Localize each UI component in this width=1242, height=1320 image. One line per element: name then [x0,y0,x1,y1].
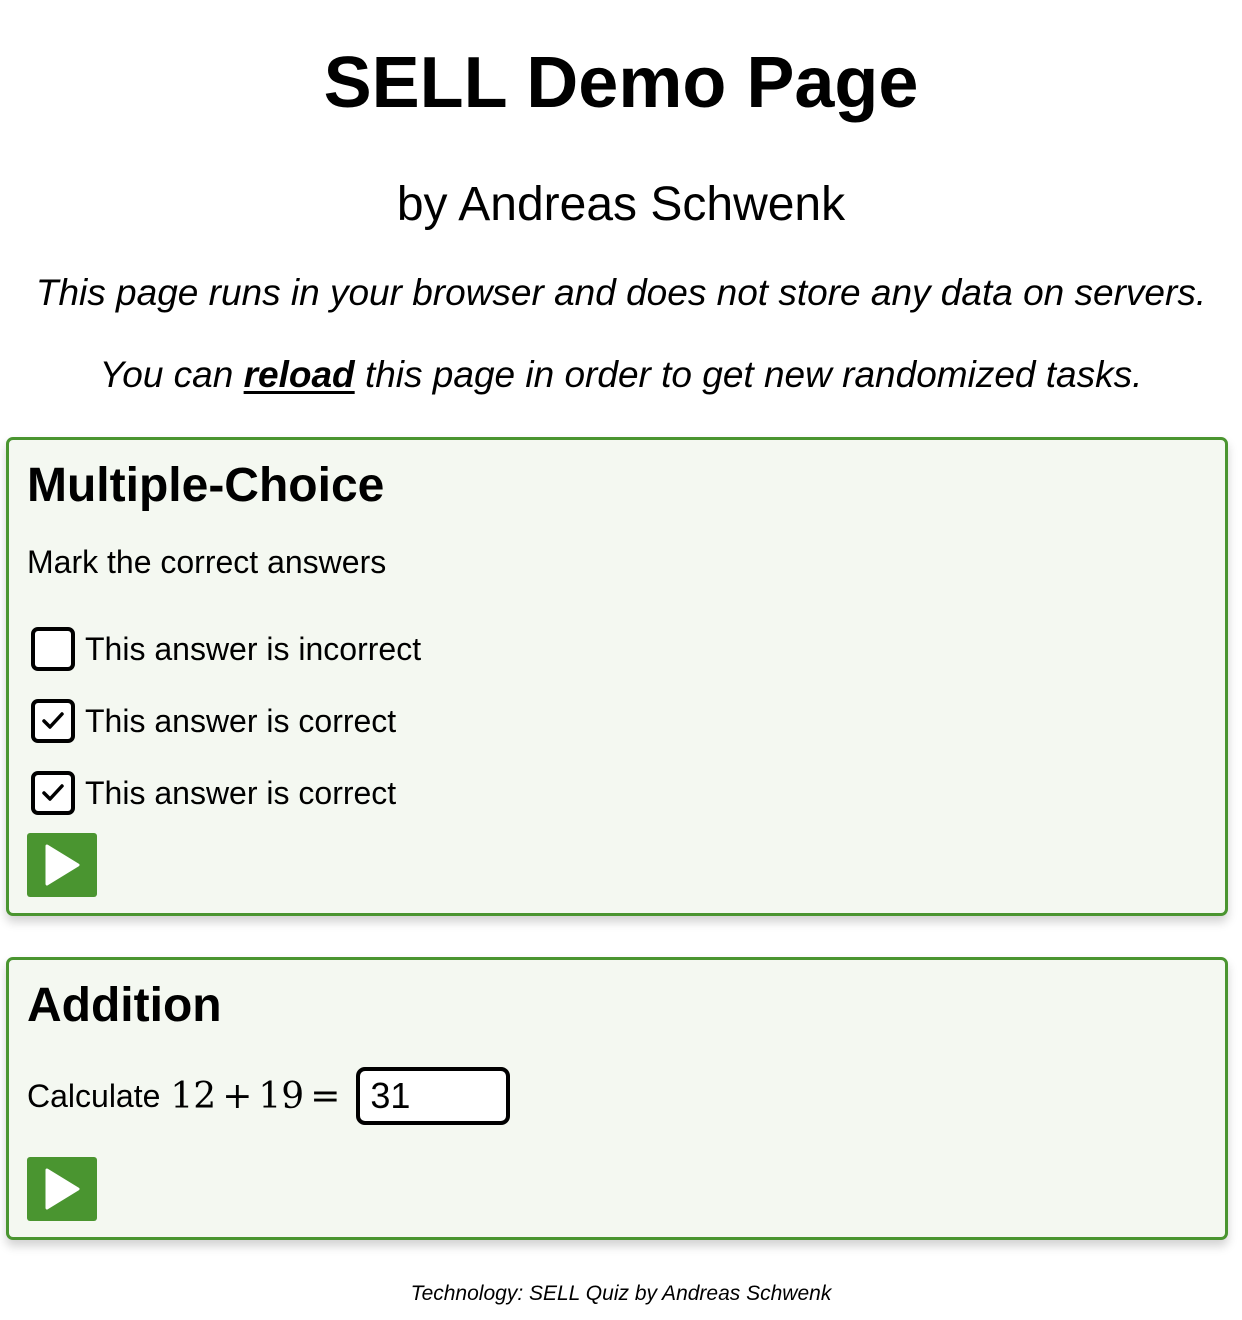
reload-note-suffix: this page in order to get new randomized… [354,354,1143,395]
reload-note-prefix: You can [99,354,244,395]
addition-task: Calculate 12 +19 = [27,1066,511,1126]
option-1-checkbox[interactable] [31,627,75,671]
multiple-choice-title: Multiple-Choice [27,459,385,512]
checkmark-icon [42,712,64,729]
option-2[interactable]: This answer is correct [31,696,396,746]
option-3-checkbox[interactable] [31,771,75,815]
option-2-checkbox[interactable] [31,699,75,743]
option-2-label: This answer is correct [85,703,397,739]
multiple-choice-submit-button[interactable] [27,833,97,897]
option-1[interactable]: This answer is incorrect [31,624,421,674]
addition-equation: 12 +19 = [170,1076,346,1117]
addition-card: Addition Calculate 12 +19 = [6,957,1228,1240]
reload-link[interactable]: reload [244,354,355,395]
equals-sign: = [310,1075,341,1117]
option-3[interactable]: This answer is correct [31,768,396,818]
footer-credit: Technology: SELL Quiz by Andreas Schwenk [410,1282,832,1305]
addition-answer-input[interactable] [356,1067,511,1125]
page-title: SELL Demo Page [323,43,919,123]
play-icon [45,844,80,886]
operand-b: 19 [258,1075,305,1117]
multiple-choice-instruction: Mark the correct answers [27,544,387,580]
option-3-label: This answer is correct [85,775,397,811]
option-1-label: This answer is incorrect [85,631,422,667]
plus-operator: + [222,1075,253,1117]
storage-note: This page runs in your browser and does … [35,272,1207,313]
addition-title: Addition [27,979,222,1032]
multiple-choice-card: Multiple-Choice Mark the correct answers… [6,437,1228,916]
checkmark-icon [42,784,64,801]
addition-submit-button[interactable] [27,1157,97,1221]
reload-note: You can reload this page in order to get… [0,352,1242,398]
play-icon [45,1168,80,1210]
author-line: by Andreas Schwenk [396,178,846,231]
operand-a: 12 [170,1075,217,1117]
addition-prompt: Calculate [27,1078,161,1114]
